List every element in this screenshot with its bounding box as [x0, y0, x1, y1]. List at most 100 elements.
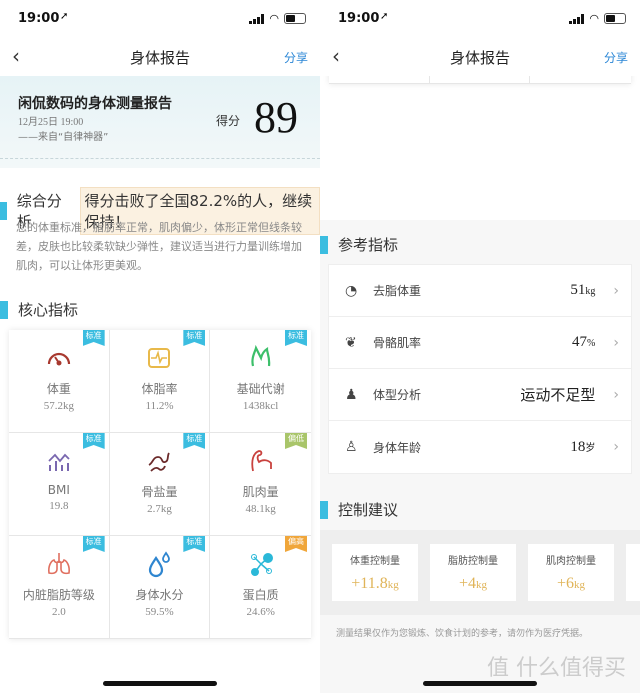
indicator-label: 肌肉量 — [242, 485, 279, 499]
control-label: 体重控制量 — [350, 556, 400, 567]
chevron-right-icon: › — [613, 386, 619, 403]
core-section-title: 核心指标 — [0, 299, 78, 320]
reference-label: 骨骼肌率 — [373, 336, 422, 350]
status-badge: 标准 — [183, 536, 206, 552]
nav-bar: ‹ 身体报告 分享 — [0, 36, 320, 76]
reference-value: 51kg — [570, 282, 596, 298]
muscle-arm-icon — [251, 450, 272, 472]
indicator-4[interactable]: 标准 骨盐量 2.7kg — [109, 433, 211, 536]
indicator-5[interactable]: 偏低 肌肉量 48.1kg — [210, 433, 311, 536]
indicator-label: 骨盐量 — [141, 485, 178, 499]
indicator-label: 体脂率 — [141, 382, 178, 396]
control-card[interactable]: 肌肉控制量 +6kg — [528, 544, 614, 601]
page-title: 身体报告 — [129, 49, 190, 67]
molecule-icon — [250, 553, 273, 576]
share-button[interactable]: 分享 — [284, 49, 308, 66]
chart-line-icon — [48, 453, 70, 471]
share-button[interactable]: 分享 — [604, 49, 628, 66]
status-bar: 19:00 ➚ ◠ — [320, 0, 640, 36]
indicator-label: 内脏脂肪等级 — [22, 588, 95, 602]
reference-section-title: 参考指标 — [320, 234, 398, 255]
indicator-2[interactable]: 标准 基础代谢 1438kcl — [210, 330, 311, 433]
indicator-6[interactable]: 标准 内脏脂肪等级 2.0 — [9, 536, 110, 639]
status-badge: 标准 — [82, 536, 105, 552]
indicator-label: 蛋白质 — [242, 588, 279, 602]
lungs-icon — [47, 553, 70, 575]
person-icon: ♙ — [345, 439, 358, 455]
indicator-value: 2.0 — [51, 606, 66, 618]
reference-label: 体型分析 — [373, 388, 422, 402]
status-badge: 标准 — [82, 330, 105, 346]
report-header: 闲侃数码的身体测量报告 12月25日 19:00 ——来自“自律神器” 得分 8… — [0, 76, 320, 168]
report-date: 12月25日 19:00 — [18, 117, 84, 128]
reference-row[interactable]: ◔ 去脂体重 51kg › — [329, 265, 631, 317]
control-value: +4kg — [458, 575, 488, 592]
indicator-label: 身体水分 — [135, 588, 184, 602]
chevron-right-icon: › — [613, 439, 619, 455]
reference-row[interactable]: ❦ 骨骼肌率 47% › — [329, 317, 631, 369]
home-indicator[interactable] — [423, 681, 537, 686]
score-value: 89 — [254, 93, 298, 142]
control-label: 理 — [626, 552, 640, 567]
indicator-value: 11.2% — [145, 400, 174, 412]
wifi-icon: ◠ — [269, 12, 279, 25]
indicator-value: 57.2kg — [43, 400, 74, 412]
indicator-value: 24.6% — [246, 606, 275, 618]
indicator-1[interactable]: 标准 体脂率 11.2% — [109, 330, 211, 433]
control-value: +6kg — [556, 575, 586, 592]
status-badge: 标准 — [82, 433, 105, 449]
phone-screen-right: 标准 BMI 19.8标准 骨盐量 2.7kg偏低 肌肉量 48.1kg标准 内… — [320, 0, 640, 693]
wifi-icon: ◠ — [589, 12, 599, 25]
signal-icon — [249, 13, 265, 24]
control-card[interactable]: 体重控制量 +11.8kg — [332, 544, 418, 601]
disclaimer: 测量结果仅作为您锻炼、饮食计划的参考，请勿作为医疗凭据。 — [336, 629, 589, 639]
core-indicator-grid: 标准 体重 57.2kg 标准 体脂率 11.2% 标准 基础代谢 1438kcl 标… — [9, 330, 311, 639]
indicator-value: 19.8 — [49, 500, 69, 512]
location-icon: ➚ — [60, 11, 69, 22]
status-badge: 偏高 — [284, 536, 307, 552]
leaf-icon: ❦ — [345, 334, 357, 351]
reference-row[interactable]: ♙ 身体年龄 18岁 › — [329, 421, 631, 473]
control-label: 肌肉控制量 — [546, 556, 596, 567]
watermark: 值 什么值得买 — [487, 656, 626, 681]
control-card[interactable]: 脂肪控制量 +4kg — [430, 544, 516, 601]
battery-icon — [284, 13, 306, 24]
report-source: ——来自“自律神器” — [18, 132, 109, 143]
reference-row[interactable]: ♟ 体型分析 运动不足型 › — [329, 369, 631, 421]
indicator-0[interactable]: 标准 体重 57.2kg — [9, 330, 110, 433]
control-title: 控制建议 — [338, 501, 399, 519]
location-icon: ➚ — [380, 11, 389, 22]
indicator-value: 59.5% — [145, 606, 174, 618]
indicator-value: 1438kcl — [242, 400, 279, 412]
indicator-7[interactable]: 标准 身体水分 59.5% — [109, 536, 211, 639]
signal-icon — [569, 13, 585, 24]
chevron-right-icon: › — [613, 334, 619, 351]
indicator-label: 基础代谢 — [236, 382, 285, 396]
report-title: 闲侃数码的身体测量报告 — [18, 96, 172, 112]
status-bar: 19:00 ➚ ◠ — [0, 0, 320, 36]
phone-screen-left: 闲侃数码的身体测量报告 12月25日 19:00 ——来自“自律神器” 得分 8… — [0, 0, 320, 693]
battery-icon — [604, 13, 626, 24]
score-label: 得分 — [215, 114, 240, 128]
indicator-8[interactable]: 偏高 蛋白质 24.6% — [210, 536, 311, 639]
indicator-label: 体重 — [46, 382, 71, 396]
gauge-icon — [47, 352, 70, 366]
nav-bar: ‹ 身体报告 分享 — [320, 36, 640, 76]
reference-value: 47% — [572, 334, 596, 350]
reference-label: 去脂体重 — [373, 284, 422, 298]
indicator-label: BMI — [47, 483, 70, 497]
indicator-value: 48.1kg — [245, 503, 276, 515]
heartbeat-monitor-icon — [148, 348, 171, 368]
reference-value: 18岁 — [570, 438, 596, 455]
water-drop-icon — [149, 551, 171, 578]
page-title: 身体报告 — [449, 49, 510, 67]
indicator-value: 2.7kg — [147, 503, 172, 515]
divider — [0, 158, 320, 159]
indicator-3[interactable]: 标准 BMI 19.8 — [9, 433, 110, 536]
control-section-title: 控制建议 — [320, 499, 398, 520]
home-indicator[interactable] — [103, 681, 217, 686]
control-card[interactable]: 理 — [626, 544, 640, 601]
clock: 19:00 — [18, 11, 60, 26]
control-label: 脂肪控制量 — [448, 556, 498, 567]
clock: 19:00 — [338, 11, 380, 26]
